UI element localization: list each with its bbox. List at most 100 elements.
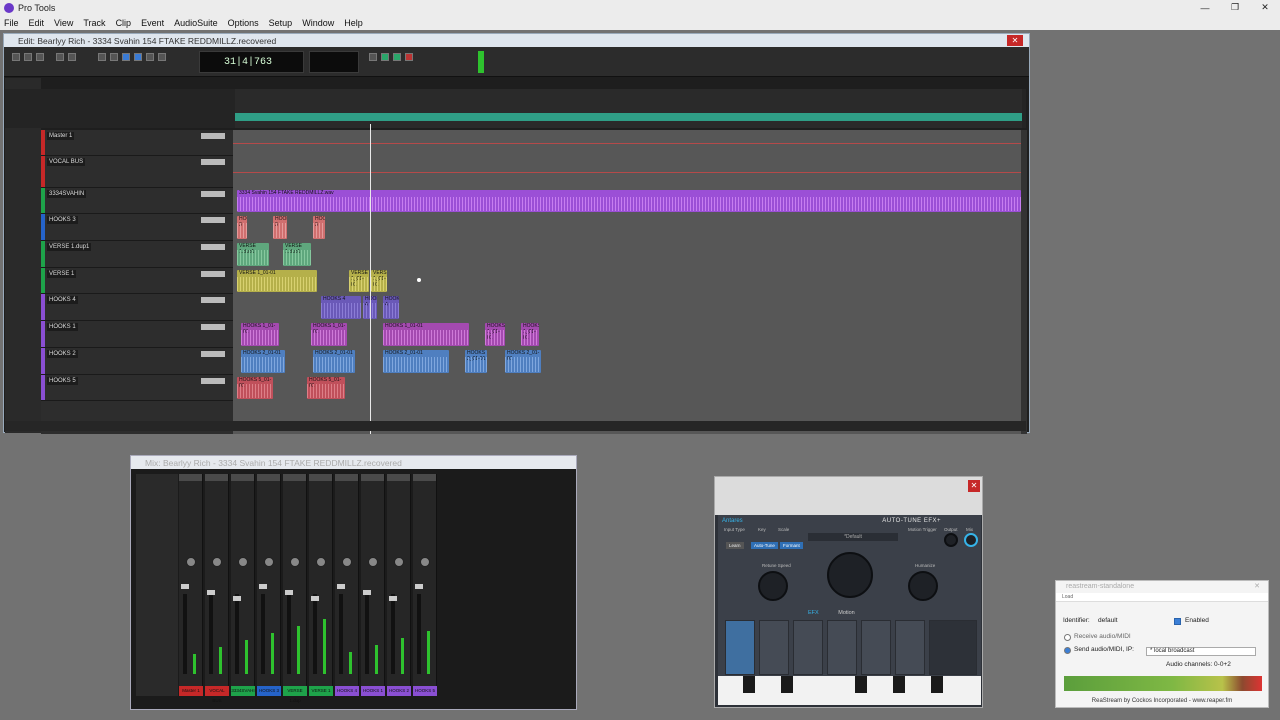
edit-window-title-bar[interactable]: Edit: Bearlyy Rich - 3334 Svahin 154 FTA… (4, 34, 1029, 47)
menu-window[interactable]: Window (302, 18, 334, 28)
edit-mode-button[interactable] (68, 53, 76, 61)
track-io-selector[interactable] (201, 159, 225, 165)
fader-cap[interactable] (233, 596, 241, 601)
audio-clip[interactable]: HOOKS 5_01-01 (237, 377, 273, 399)
channel-strip[interactable]: HOOKS 2 (387, 474, 411, 696)
audio-clip[interactable]: HOOKS 3 (237, 216, 247, 239)
plugin-close-button[interactable]: ✕ (968, 480, 980, 492)
audio-clip[interactable]: HOOKS 2_01-01 (505, 350, 541, 373)
fader-cap[interactable] (259, 584, 267, 589)
menu-options[interactable]: Options (228, 18, 259, 28)
auto-tune-button[interactable]: Auto-Tune (751, 542, 778, 549)
audio-clip[interactable]: HOOKS 3 (273, 216, 287, 239)
humanize-knob[interactable] (908, 571, 938, 601)
track-name[interactable]: VERSE 1.dup1 (47, 243, 92, 251)
fader-cap[interactable] (415, 584, 423, 589)
pan-knob[interactable] (212, 557, 222, 567)
zoom-preset-button[interactable] (24, 53, 32, 61)
audio-clip[interactable]: HOOKS 1_01-01 (521, 323, 539, 346)
enabled-checkbox[interactable] (1174, 618, 1181, 625)
track-name[interactable]: 3334SVAHIN (47, 190, 87, 198)
fader-cap[interactable] (311, 596, 319, 601)
track-name[interactable]: VOCAL BUS (47, 158, 86, 166)
fader-cap[interactable] (285, 590, 293, 595)
pan-knob[interactable] (368, 557, 378, 567)
audio-clip[interactable]: HOOKS 1_01-01 (485, 323, 505, 346)
track-header[interactable]: HOOKS 2 (41, 348, 233, 375)
channel-insert[interactable] (205, 474, 228, 481)
menu-clip[interactable]: Clip (116, 18, 132, 28)
track-name[interactable]: HOOKS 4 (47, 296, 78, 304)
tab-efx[interactable]: EFX (808, 610, 819, 616)
timeline-rulers[interactable] (5, 89, 1026, 128)
track-io-selector[interactable] (201, 217, 225, 223)
output-knob[interactable] (944, 533, 958, 547)
track-header[interactable]: VOCAL BUS (41, 156, 233, 188)
pan-knob[interactable] (394, 557, 404, 567)
preset-display[interactable]: *Default (808, 533, 898, 541)
fader-cap[interactable] (207, 590, 215, 595)
scrubber-tool-icon[interactable] (146, 53, 154, 61)
audio-clip[interactable]: HOOKS 1_01-01 (383, 323, 469, 346)
track-io-selector[interactable] (201, 271, 225, 277)
channel-strip[interactable]: HOOKS 5 (413, 474, 437, 696)
fader-cap[interactable] (363, 590, 371, 595)
track-name[interactable]: HOOKS 1 (47, 323, 78, 331)
menu-event[interactable]: Event (141, 18, 164, 28)
record-button[interactable] (405, 53, 413, 61)
audio-clip[interactable]: HOOKS 2_01-01 (465, 350, 487, 373)
pan-knob[interactable] (420, 557, 430, 567)
reastream-title-bar[interactable]: reastream-standalone ✕ (1056, 581, 1268, 593)
volume-fader[interactable] (417, 594, 421, 674)
identifier-field[interactable]: default (1098, 617, 1118, 624)
main-counter[interactable]: 31|4|763 (199, 51, 304, 73)
audio-clip[interactable]: HOOKS 1_01-01 (311, 323, 347, 346)
audio-clip[interactable]: 3334 Svahin 154 FTAKE REDDMILLZ.wav (237, 190, 1021, 212)
black-key[interactable] (893, 676, 905, 693)
return-to-zero-button[interactable] (369, 53, 377, 61)
fader-cap[interactable] (389, 596, 397, 601)
track-name[interactable]: VERSE 1 (47, 270, 77, 278)
channel-insert[interactable] (335, 474, 358, 481)
volume-fader[interactable] (391, 594, 395, 674)
track-io-selector[interactable] (201, 133, 225, 139)
volume-fader[interactable] (339, 594, 343, 674)
menu-edit[interactable]: Edit (29, 18, 45, 28)
black-key[interactable] (931, 676, 943, 693)
pencil-tool-icon[interactable] (158, 53, 166, 61)
track-io-selector[interactable] (201, 351, 225, 357)
track-header[interactable]: Master 1 (41, 130, 233, 156)
track-header[interactable]: HOOKS 5 (41, 375, 233, 401)
audio-clip[interactable]: VERSE 1.dup1 (237, 243, 269, 266)
track-io-selector[interactable] (201, 324, 225, 330)
menu-help[interactable]: Help (344, 18, 363, 28)
tab-motion[interactable]: Motion (838, 610, 855, 616)
channel-insert[interactable] (413, 474, 436, 481)
fader-cap[interactable] (337, 584, 345, 589)
channel-insert[interactable] (257, 474, 280, 481)
channel-strip[interactable]: 3334SVAHI (231, 474, 255, 696)
mix-knob[interactable] (964, 533, 978, 547)
menu-setup[interactable]: Setup (269, 18, 293, 28)
track-name[interactable]: HOOKS 2 (47, 350, 78, 358)
main-pitch-knob[interactable] (827, 552, 873, 598)
play-button[interactable] (381, 53, 389, 61)
effect-pad[interactable] (793, 620, 823, 675)
channel-strip[interactable]: VERSE 1 (309, 474, 333, 696)
horizontal-scrollbar[interactable] (5, 421, 1026, 431)
channel-name[interactable]: HOOKS 5 (413, 686, 437, 696)
volume-fader[interactable] (365, 594, 369, 674)
audio-clip[interactable]: VERSE 1.dup1 (283, 243, 311, 266)
channel-name[interactable]: HOOKS 1 (361, 686, 385, 696)
timeline[interactable] (235, 89, 1022, 128)
channel-name[interactable]: VERSE 1.dup (283, 686, 307, 703)
channel-strip[interactable]: VOCAL BUS (205, 474, 229, 703)
audio-clip[interactable]: HOOKS 4 (383, 296, 399, 319)
volume-fader[interactable] (209, 594, 213, 674)
menu-view[interactable]: View (54, 18, 73, 28)
reastream-load-menu[interactable]: Load (1056, 593, 1268, 602)
edit-window-close-button[interactable]: ✕ (1007, 35, 1023, 46)
black-key[interactable] (743, 676, 755, 693)
volume-fader[interactable] (313, 594, 317, 674)
volume-fader[interactable] (235, 594, 239, 674)
